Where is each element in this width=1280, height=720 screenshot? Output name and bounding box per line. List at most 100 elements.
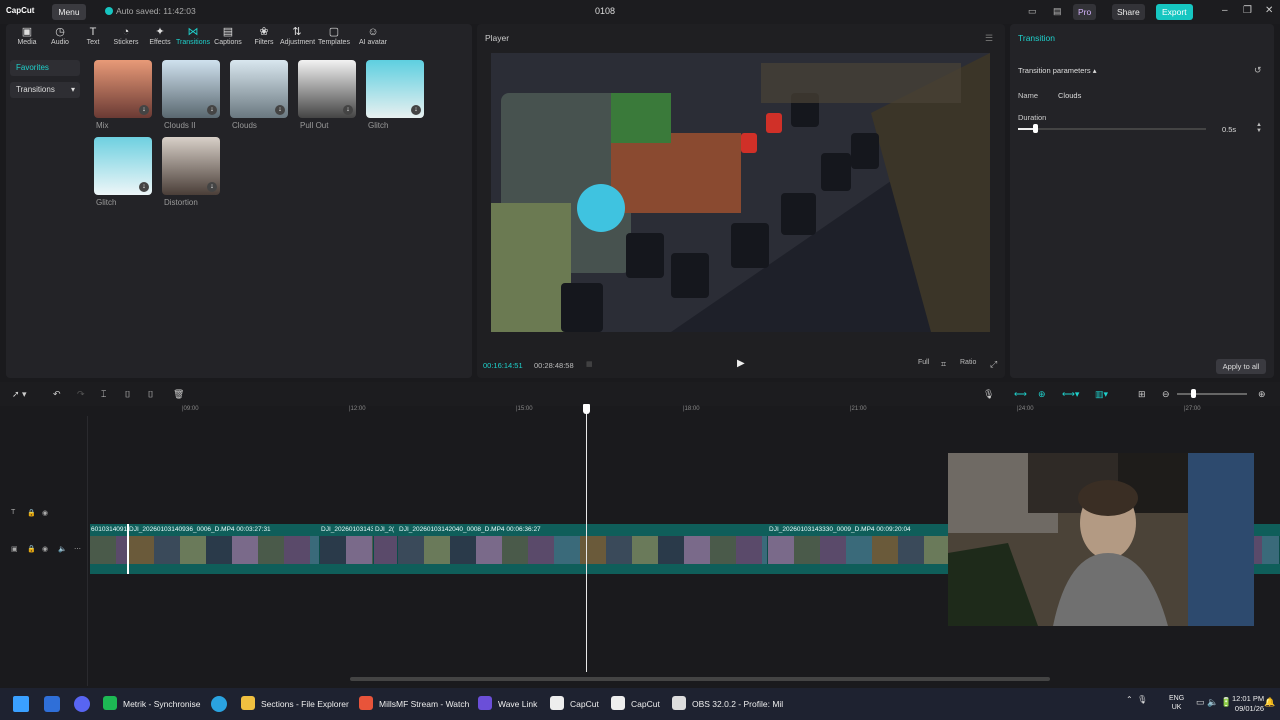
timeline-clip[interactable] <box>398 536 768 564</box>
reset-icon[interactable]: ↺ <box>1254 65 1262 76</box>
grid-icon[interactable]: ▦ <box>586 360 593 368</box>
tool-effects[interactable]: ✦ Effects <box>143 26 177 46</box>
microphone-icon[interactable]: 🎙 <box>983 389 994 400</box>
share-button[interactable]: Share <box>1112 4 1145 20</box>
download-icon[interactable]: ↓ <box>207 105 217 115</box>
transition-thumb-pull-out[interactable]: ↓ <box>298 60 356 118</box>
apply-to-all-button[interactable]: Apply to all <box>1216 359 1266 374</box>
transition-thumb-clouds-ii[interactable]: ↓ <box>162 60 220 118</box>
timeline-scrollbar[interactable] <box>350 677 1050 681</box>
duration-stepper[interactable]: ▲ ▼ <box>1256 122 1262 134</box>
download-icon[interactable]: ↓ <box>275 105 285 115</box>
link-icon[interactable]: ⟷ <box>1014 389 1027 400</box>
ratio-button[interactable]: Ratio <box>960 359 976 366</box>
playhead[interactable] <box>586 404 587 672</box>
full-quality-button[interactable]: Full <box>918 359 929 366</box>
clip-cursor[interactable] <box>127 524 129 574</box>
zoom-out-icon[interactable]: ⊖ <box>1162 389 1170 400</box>
timeline-clip[interactable] <box>374 536 398 564</box>
taskbar-app-millsmf[interactable]: MillsMF Stream - Watch <box>359 688 469 720</box>
transition-thumb-mix[interactable]: ↓ <box>94 60 152 118</box>
export-button[interactable]: Export <box>1156 4 1193 20</box>
outlook-icon[interactable] <box>44 696 60 712</box>
magnet-icon[interactable]: ⊕ <box>1038 389 1046 400</box>
tool-media[interactable]: ▣ Media <box>10 26 44 46</box>
more-icon[interactable]: ⋯ <box>74 545 81 553</box>
tool-text[interactable]: T Text <box>76 26 110 46</box>
transition-thumb-glitch[interactable]: ↓ <box>366 60 424 118</box>
download-icon[interactable]: ↓ <box>411 105 421 115</box>
preview-axis-icon[interactable]: ▥▾ <box>1095 389 1108 400</box>
lock-icon[interactable]: 🔒 <box>27 509 36 517</box>
transition-thumb-glitch[interactable]: ↓ <box>94 137 152 195</box>
fit-icon[interactable]: ⊞ <box>1138 389 1146 400</box>
timeline-clip[interactable] <box>90 536 128 564</box>
tool-captions[interactable]: ▤ Captions <box>211 26 245 46</box>
tool-ai-avatar[interactable]: ☺ AI avatar <box>356 26 390 46</box>
tool-stickers[interactable]: ◔ Stickers <box>109 26 143 46</box>
redo-icon[interactable]: ↷ <box>77 389 85 400</box>
taskbar-app-capcut[interactable]: CapCut <box>611 688 660 720</box>
keyboard-icon[interactable]: ▤ <box>1053 6 1062 17</box>
download-icon[interactable]: ↓ <box>139 182 149 192</box>
download-icon[interactable]: ↓ <box>343 105 353 115</box>
telegram-icon[interactable] <box>211 696 227 712</box>
tool-adjustment[interactable]: ⇅ Adjustment <box>280 26 315 46</box>
undo-icon[interactable]: ↶ <box>53 389 61 400</box>
network-icon[interactable]: ▭ 🔈 🔋 <box>1196 697 1232 708</box>
zoom-slider[interactable] <box>1177 393 1247 395</box>
system-tray[interactable]: ⌃ 🎙 <box>1126 695 1147 704</box>
transition-thumb-clouds[interactable]: ↓ <box>230 60 288 118</box>
duration-value[interactable]: 0.5s <box>1222 125 1236 134</box>
taskbar-app-sections[interactable]: Sections - File Explorer <box>241 688 349 720</box>
close-icon[interactable]: ✕ <box>1265 5 1273 16</box>
nav-transitions[interactable]: Transitions ▾ <box>10 82 80 98</box>
transition-thumb-distortion[interactable]: ↓ <box>162 137 220 195</box>
tool-audio[interactable]: ◷ Audio <box>43 26 77 46</box>
tool-templates[interactable]: ▢ Templates <box>317 26 351 46</box>
minimize-icon[interactable]: – <box>1222 5 1228 16</box>
taskbar-app-capcut[interactable]: CapCut <box>550 688 599 720</box>
clock[interactable]: 12:01 PM 09/01/26 <box>1232 694 1264 714</box>
split-right-icon[interactable]: ⌷ <box>148 389 153 400</box>
tool-filters[interactable]: ❀ Filters <box>247 26 281 46</box>
split-icon[interactable]: ⌶ <box>101 389 106 400</box>
split-left-icon[interactable]: ⌷ <box>125 389 130 400</box>
pro-button[interactable]: Pro <box>1073 4 1097 20</box>
zoom-slider-handle[interactable] <box>1191 389 1196 398</box>
duration-slider-handle[interactable] <box>1032 124 1038 133</box>
transition-parameters-header[interactable]: Transition parameters ▴ <box>1018 66 1097 75</box>
fullscreen-icon[interactable]: ⤢ <box>990 359 997 370</box>
timeline-clip[interactable] <box>320 536 374 564</box>
nav-favorites[interactable]: Favorites <box>10 60 80 76</box>
language-indicator[interactable]: ENG UK <box>1169 694 1184 712</box>
taskbar-app-metrik[interactable]: Metrik - Synchronise <box>103 688 200 720</box>
download-icon[interactable]: ↓ <box>139 105 149 115</box>
eye-icon[interactable]: ◉ <box>42 509 48 517</box>
video-preview[interactable] <box>491 53 990 332</box>
layout-icon[interactable]: ▭ <box>1028 6 1037 17</box>
duration-slider[interactable] <box>1018 128 1206 130</box>
time-ruler[interactable]: |09:00 |12:00 |15:00 |18:00 |21:00 |24:00 |27:… <box>90 406 1280 416</box>
lock-icon[interactable]: 🔒 <box>27 545 36 553</box>
playhead-handle[interactable] <box>583 404 590 414</box>
select-tool-icon[interactable]: ➚ ▾ <box>12 389 27 400</box>
play-button[interactable]: ▶ <box>737 358 745 369</box>
maximize-icon[interactable]: ❐ <box>1243 5 1252 16</box>
download-icon[interactable]: ↓ <box>207 182 217 192</box>
player-menu-icon[interactable]: ☰ <box>985 33 993 44</box>
taskbar-app-wave[interactable]: Wave Link <box>478 688 537 720</box>
timeline-clip[interactable] <box>128 536 320 564</box>
snapshot-icon[interactable]: ⌗ <box>941 359 946 370</box>
tool-transitions[interactable]: ⋈ Transitions <box>176 26 210 46</box>
tab-transition[interactable]: Transition <box>1018 33 1055 43</box>
audio-icon[interactable]: 🔈 <box>58 545 67 553</box>
eye-icon[interactable]: ◉ <box>42 545 48 553</box>
delete-icon[interactable]: 🗑 <box>173 389 184 400</box>
linkage-icon[interactable]: ⟷▾ <box>1062 389 1079 400</box>
windows-start-icon[interactable] <box>13 696 29 712</box>
taskbar-app-obs[interactable]: OBS 32.0.2 - Profile: Mil <box>672 688 783 720</box>
menu-button[interactable]: Menu <box>52 4 86 20</box>
discord-icon[interactable] <box>74 696 90 712</box>
notification-icon[interactable]: 🔔 <box>1264 697 1275 708</box>
